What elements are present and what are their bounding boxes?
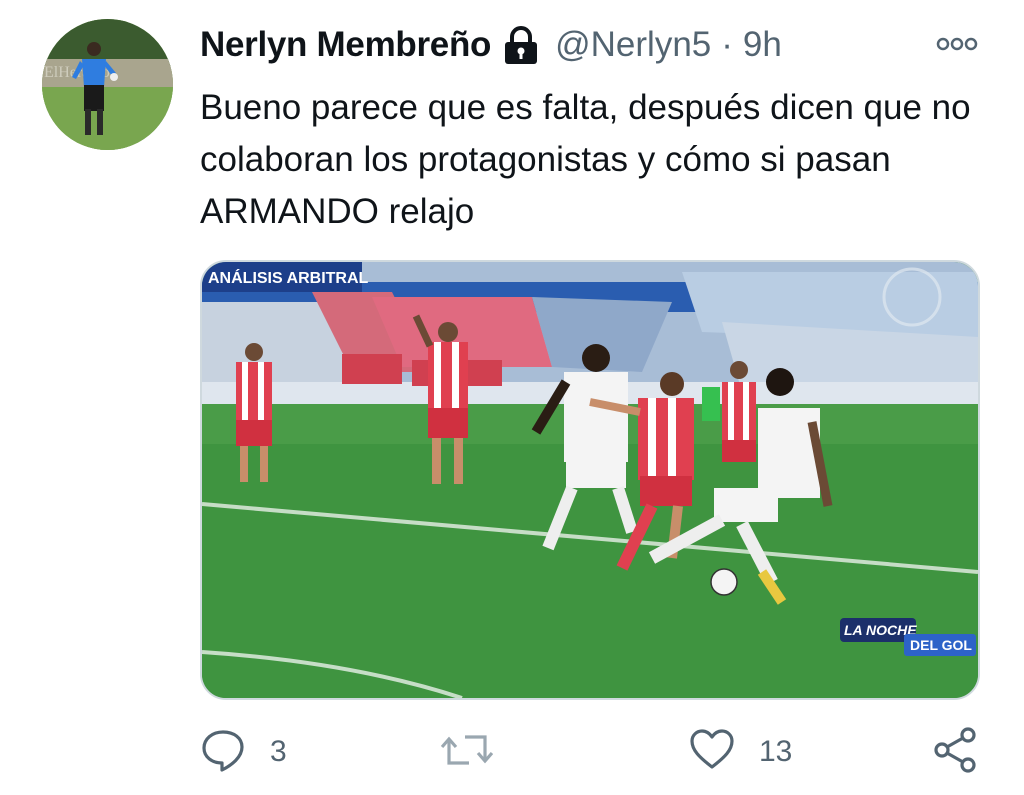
avatar[interactable]: ElHeraldo [42, 19, 173, 150]
share-icon [932, 726, 980, 779]
reply-button[interactable]: 3 [200, 722, 287, 782]
more-icon[interactable] [934, 34, 980, 54]
like-icon [689, 727, 735, 778]
retweet-icon [440, 727, 494, 778]
display-name[interactable]: Nerlyn Membreño [200, 25, 491, 65]
tweet-text: Bueno parece que es falta, después dicen… [200, 88, 971, 231]
timestamp[interactable]: 9h [743, 25, 782, 65]
avatar-image: ElHeraldo [42, 19, 173, 150]
like-button[interactable]: 13 [689, 722, 792, 782]
like-count: 13 [759, 735, 793, 768]
action-bar: 3 13 [0, 722, 1024, 782]
media-logo-line2: DEL GOL [910, 637, 972, 653]
media-image[interactable]: ANÁLISIS ARBITRAL LA NOCHE DEL GOL [200, 260, 980, 700]
share-button[interactable] [932, 722, 980, 782]
lock-icon [499, 23, 543, 67]
reply-icon [200, 727, 246, 778]
handle[interactable]: @Nerlyn5 [555, 25, 711, 65]
retweet-button[interactable] [440, 722, 494, 782]
media-banner: ANÁLISIS ARBITRAL [208, 268, 369, 287]
separator-dot: · [721, 25, 733, 64]
tweet-header: Nerlyn Membreño @Nerlyn5 · 9h [200, 22, 782, 68]
reply-count: 3 [270, 735, 287, 768]
